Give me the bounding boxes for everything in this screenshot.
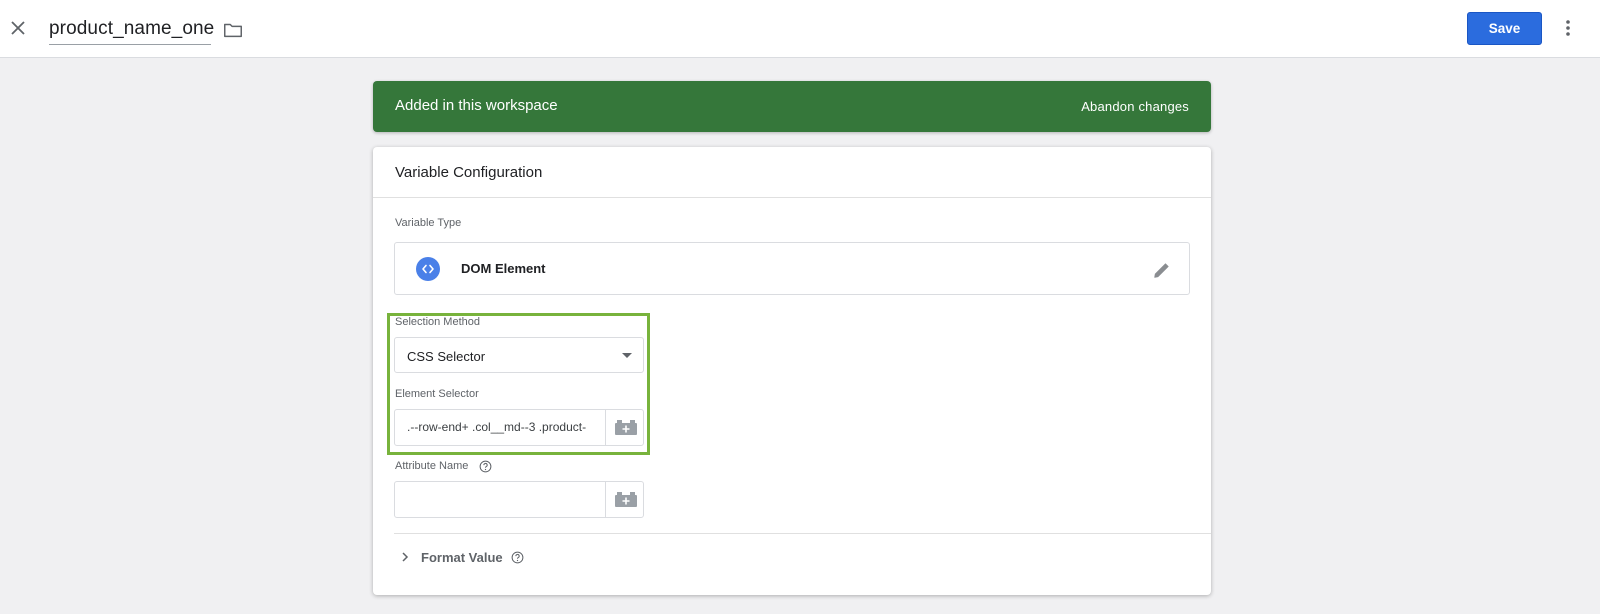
- banner-message: Added in this workspace: [395, 97, 558, 114]
- attribute-name-label: Attribute Name: [395, 460, 469, 472]
- variable-block-icon: [615, 492, 637, 507]
- variable-type-name: DOM Element: [461, 261, 546, 276]
- insert-variable-button[interactable]: [605, 482, 643, 517]
- selection-method-label: Selection Method: [395, 316, 480, 328]
- variable-type-selector[interactable]: DOM Element: [394, 242, 1190, 295]
- more-options-icon[interactable]: [1556, 16, 1580, 40]
- chevron-right-icon: [398, 550, 412, 564]
- card-title: Variable Configuration: [395, 164, 543, 181]
- close-icon[interactable]: [6, 16, 30, 40]
- variable-name-field[interactable]: product_name_one: [49, 16, 215, 45]
- selection-method-dropdown[interactable]: CSS Selector: [394, 337, 644, 373]
- element-selector-field: .--row-end+ .col__md--3 .product-: [394, 409, 644, 446]
- insert-variable-button[interactable]: [605, 410, 643, 445]
- element-selector-input[interactable]: .--row-end+ .col__md--3 .product-: [396, 410, 604, 445]
- variable-block-icon: [615, 420, 637, 435]
- format-value-label: Format Value: [421, 550, 503, 565]
- code-brackets-icon: [416, 257, 440, 281]
- folder-icon[interactable]: [222, 19, 244, 41]
- variable-name-text: product_name_one: [49, 18, 215, 39]
- abandon-changes-link[interactable]: Abandon changes: [1081, 99, 1189, 114]
- divider: [394, 533, 1211, 534]
- help-icon[interactable]: [479, 460, 492, 473]
- selection-method-value: CSS Selector: [407, 349, 486, 364]
- divider: [373, 197, 1211, 198]
- attribute-name-input[interactable]: [396, 482, 604, 517]
- element-selector-label: Element Selector: [395, 388, 479, 400]
- save-button[interactable]: Save: [1467, 12, 1542, 45]
- variable-type-label: Variable Type: [395, 217, 462, 229]
- workspace-status-banner: Added in this workspace Abandon changes: [373, 81, 1211, 132]
- help-icon[interactable]: [511, 551, 524, 564]
- dropdown-arrow-icon: [622, 353, 632, 358]
- variable-configuration-card: Variable Configuration Variable Type DOM…: [373, 147, 1211, 595]
- top-bar: product_name_one Save: [0, 0, 1600, 58]
- pencil-icon[interactable]: [1151, 259, 1173, 281]
- attribute-name-field: [394, 481, 644, 518]
- format-value-toggle[interactable]: Format Value: [395, 545, 615, 571]
